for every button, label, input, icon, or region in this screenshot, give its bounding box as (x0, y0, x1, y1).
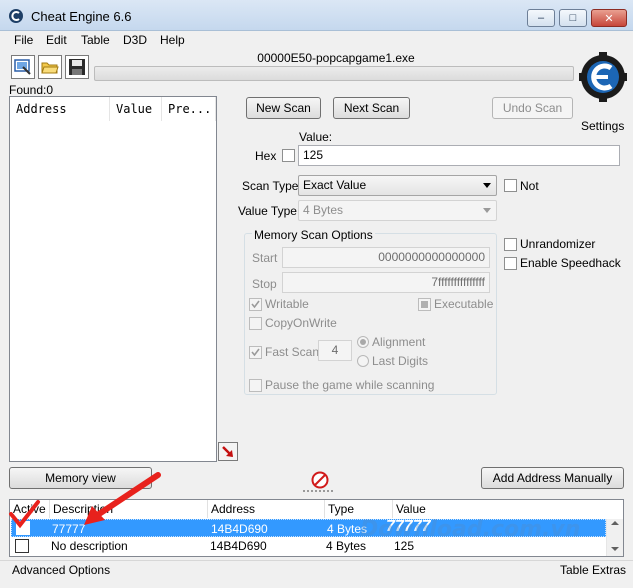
executable-checkbox[interactable] (418, 298, 431, 311)
scan-type-select[interactable]: Exact Value (298, 175, 497, 196)
clear-list-button[interactable] (310, 470, 330, 490)
copy-on-write-checkbox[interactable] (249, 317, 262, 330)
fast-scan-alignment-input[interactable]: 4 (318, 340, 352, 361)
checkmark-icon (251, 348, 260, 357)
scroll-down-icon[interactable] (611, 547, 619, 551)
results-column-previous[interactable]: Pre... (162, 97, 216, 121)
table-column-address[interactable]: Address (208, 500, 325, 518)
no-entry-icon (311, 471, 329, 489)
stop-address-input[interactable]: 7fffffffffffffff (282, 272, 490, 293)
open-process-button[interactable] (11, 55, 35, 79)
start-address-input[interactable]: 0000000000000000 (282, 247, 490, 268)
table-column-type[interactable]: Type (325, 500, 393, 518)
scan-type-label: Scan Type (242, 179, 299, 193)
address-table-scrollbar[interactable] (606, 519, 623, 556)
speedhack-checkbox[interactable] (504, 257, 517, 270)
advanced-options-link[interactable]: Advanced Options (12, 563, 110, 577)
add-to-list-button[interactable] (218, 442, 238, 461)
row-address: 14B4D690 (210, 539, 267, 553)
title-bar: Cheat Engine 6.6 – □ ✕ (0, 0, 633, 31)
chevron-down-icon (483, 183, 491, 188)
found-count: Found:0 (9, 83, 54, 97)
value-type-select[interactable]: 4 Bytes (298, 200, 497, 221)
window-title: Cheat Engine 6.6 (31, 9, 132, 24)
save-icon (69, 59, 85, 75)
unrandomizer-checkbox[interactable] (504, 238, 517, 251)
scan-results-list[interactable]: Address Value Pre... (9, 96, 217, 462)
alignment-label: Alignment (372, 335, 426, 349)
menu-help[interactable]: Help (160, 33, 185, 47)
menu-file[interactable]: File (14, 33, 33, 47)
fast-scan-checkbox[interactable] (249, 346, 262, 359)
hex-checkbox[interactable] (282, 149, 295, 162)
red-arrow-icon (222, 445, 233, 457)
maximize-button[interactable]: □ (559, 9, 587, 27)
red-annotation-arrow-icon (9, 472, 161, 529)
open-process-icon (14, 59, 31, 75)
value-type-value: 4 Bytes (303, 203, 344, 217)
row-description: No description (51, 539, 128, 553)
menu-table[interactable]: Table (81, 33, 110, 47)
unrandomizer-label: Unrandomizer (520, 237, 596, 251)
cheat-engine-logo-icon[interactable] (578, 50, 628, 106)
last-digits-label: Last Digits (372, 354, 429, 368)
value-label: Value: (299, 130, 333, 144)
table-extras-link[interactable]: Table Extras (560, 563, 626, 577)
active-checkbox[interactable] (15, 539, 29, 553)
menu-bar: File Edit Table D3D Help (0, 31, 633, 50)
alignment-radio[interactable] (357, 336, 369, 348)
settings-label[interactable]: Settings (581, 119, 624, 133)
save-button[interactable] (65, 55, 89, 79)
next-scan-button[interactable]: Next Scan (333, 97, 410, 119)
table-column-value[interactable]: Value (393, 500, 605, 518)
value-input[interactable]: 125 (298, 145, 620, 166)
chevron-down-icon (483, 208, 491, 213)
copy-on-write-label: CopyOnWrite (265, 316, 337, 330)
pause-game-checkbox[interactable] (249, 379, 262, 392)
watermark: Download.com.vn (360, 517, 581, 542)
stop-label: Stop (252, 277, 277, 291)
not-checkbox[interactable] (504, 179, 517, 192)
menu-d3d[interactable]: D3D (123, 33, 147, 47)
writable-label: Writable (265, 297, 309, 311)
new-scan-button[interactable]: New Scan (246, 97, 321, 119)
menu-edit[interactable]: Edit (46, 33, 67, 47)
fast-scan-label: Fast Scan (265, 345, 320, 359)
splitter-handle[interactable] (303, 490, 333, 494)
writable-checkbox[interactable] (249, 298, 262, 311)
start-label: Start (252, 251, 278, 265)
hex-label: Hex (255, 149, 277, 163)
scan-type-value: Exact Value (303, 178, 367, 192)
open-file-icon (41, 62, 59, 74)
scan-progress-bar (94, 66, 574, 81)
process-name: 00000E50-popcapgame1.exe (257, 51, 415, 65)
close-button[interactable]: ✕ (591, 9, 627, 27)
results-column-address[interactable]: Address (10, 97, 110, 121)
not-label: Not (520, 179, 539, 193)
pause-game-label: Pause the game while scanning (265, 378, 435, 392)
minimize-button[interactable]: – (527, 9, 555, 27)
executable-label: Executable (434, 297, 494, 311)
scroll-up-icon[interactable] (611, 521, 619, 525)
checkmark-icon (251, 300, 260, 309)
speedhack-label: Enable Speedhack (520, 256, 621, 270)
undo-scan-button[interactable]: Undo Scan (492, 97, 573, 119)
row-address: 14B4D690 (211, 522, 268, 536)
open-file-button[interactable] (38, 55, 62, 79)
add-address-manually-button[interactable]: Add Address Manually (481, 467, 624, 489)
memory-scan-options-title: Memory Scan Options (252, 228, 375, 242)
last-digits-radio[interactable] (357, 355, 369, 367)
cheat-engine-app-icon (9, 9, 23, 23)
results-column-value[interactable]: Value (110, 97, 162, 121)
value-type-label: Value Type (238, 204, 297, 218)
